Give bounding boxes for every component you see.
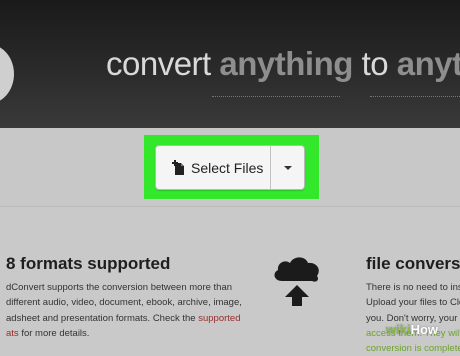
conversion-line: Upload your files to Clo <box>366 297 460 309</box>
select-files-button[interactable]: Select Files <box>156 146 270 189</box>
headline-word-to: to <box>361 45 389 82</box>
select-files-label: Select Files <box>191 159 264 176</box>
formats-line: adsheet and presentation formats. Check … <box>6 311 246 326</box>
formats-line: different audio, video, document, ebook,… <box>6 297 242 309</box>
add-file-icon <box>172 160 184 175</box>
conversion-line: conversion is complete <box>366 343 460 355</box>
chevron-down-icon <box>283 165 292 170</box>
wikihow-watermark: wikiHow <box>386 322 438 337</box>
watermark-how: How <box>410 322 439 337</box>
headline-underline-2 <box>370 96 460 97</box>
conversion-line: There is no need to inst <box>366 282 460 293</box>
formats-heading: 8 formats supported <box>6 254 171 273</box>
formats-description: dConvert supports the conversion between… <box>6 280 246 341</box>
formats-line-tail: for more details. <box>18 327 90 339</box>
logo <box>0 44 14 104</box>
hero-banner: convert anything to anyth <box>0 0 460 128</box>
hero-headline: convert anything to anyth <box>106 45 460 83</box>
supported-formats-link-2[interactable]: ats <box>6 328 19 339</box>
formats-line: dConvert supports the conversion between… <box>6 282 233 293</box>
section-divider <box>0 206 460 207</box>
headline-word-anything-2: anyth <box>396 45 460 82</box>
formats-line-text: adsheet and presentation formats. Check … <box>6 312 199 324</box>
headline-word-anything: anything <box>219 45 353 82</box>
cloud-upload-icon <box>274 257 319 306</box>
watermark-wiki: wiki <box>386 322 411 337</box>
select-files-button-group: Select Files <box>155 145 305 190</box>
headline-word-convert: convert <box>106 45 211 82</box>
formats-line: ats for more details. <box>6 326 246 341</box>
select-files-dropdown-button[interactable] <box>271 146 304 189</box>
headline-underline <box>212 96 340 97</box>
file-conversion-heading: file conversio <box>366 254 460 273</box>
supported-formats-link[interactable]: supported <box>198 313 240 324</box>
